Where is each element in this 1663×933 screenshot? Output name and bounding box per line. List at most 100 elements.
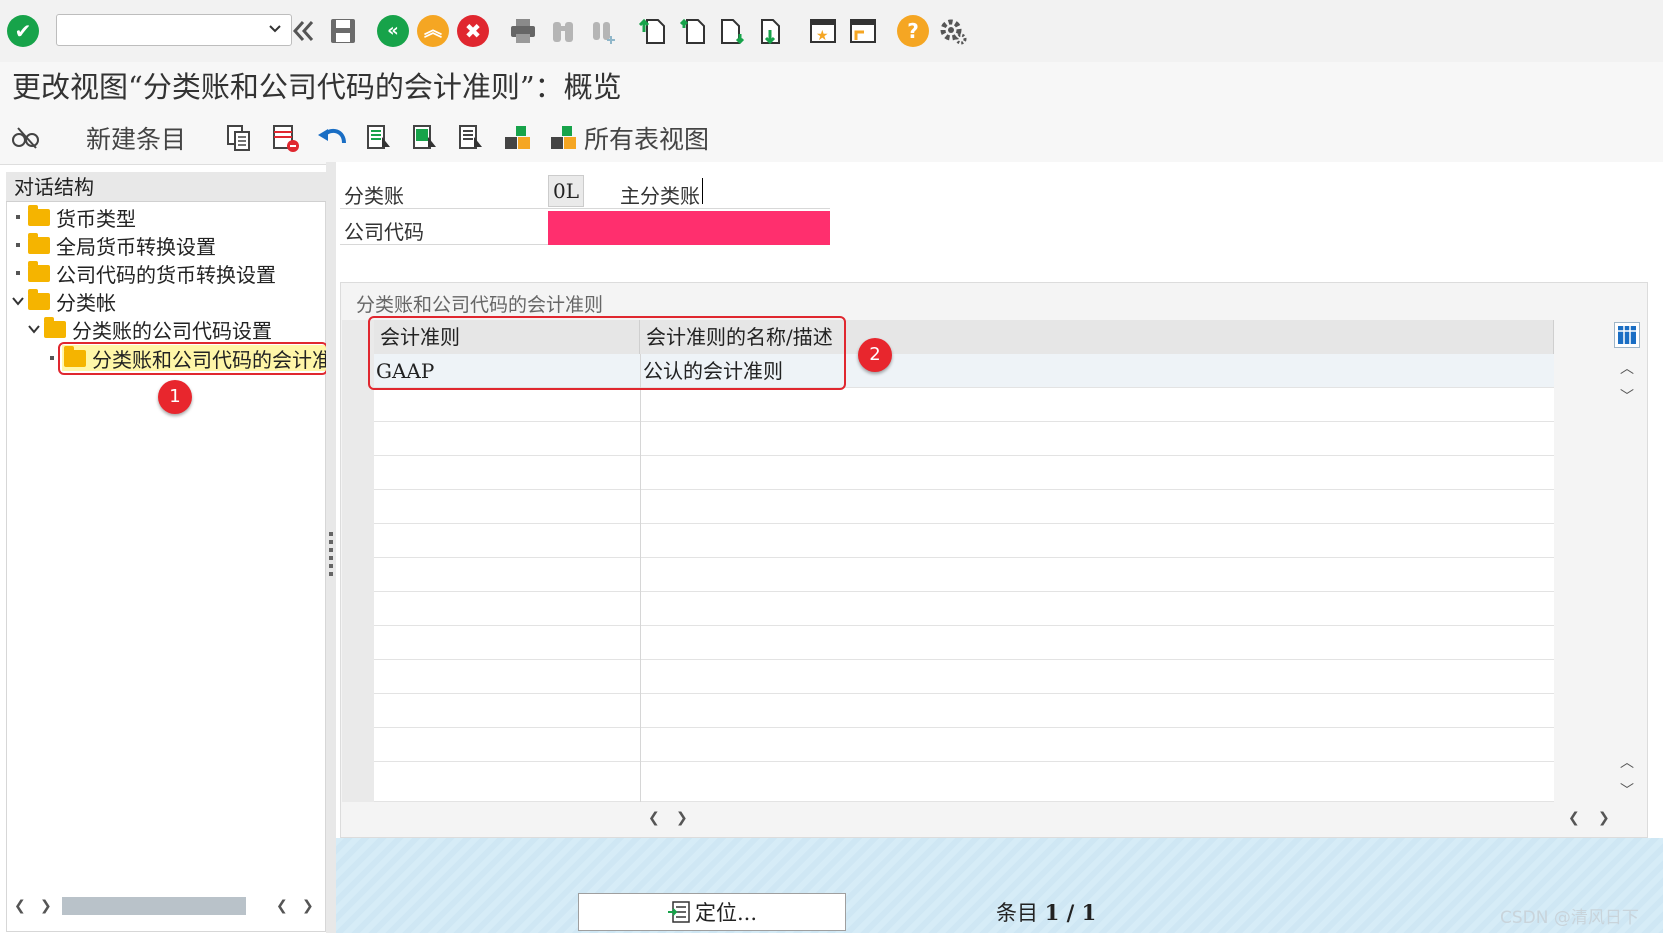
new-entries-button[interactable]: 新建条目 — [86, 121, 186, 155]
table-row[interactable] — [374, 388, 1554, 422]
tree-node-currency-types[interactable]: 货币类型 — [16, 204, 136, 231]
bullet-icon — [16, 271, 20, 275]
divider — [340, 208, 830, 209]
next-page-icon[interactable] — [716, 14, 750, 48]
entries-counter: 条目 1 / 1 — [996, 897, 1096, 927]
text-cursor — [702, 178, 703, 204]
table-row[interactable] — [374, 728, 1554, 762]
position-button-label: 定位... — [694, 901, 758, 925]
tree-node-company-code-conversion[interactable]: 公司代码的货币转换设置 — [16, 260, 276, 287]
command-dropdown-icon[interactable] — [267, 21, 283, 37]
table-title: 分类账和公司代码的会计准则 — [356, 294, 604, 316]
bullet-icon — [16, 243, 20, 247]
tree-node-ledger-company-settings[interactable]: 分类账的公司代码设置 — [28, 316, 272, 343]
create-session-icon[interactable]: ★ — [806, 14, 840, 48]
tree-node-label: 分类账的公司代码设置 — [72, 318, 272, 343]
cancel-icon[interactable]: ✖ — [456, 14, 490, 48]
delete-icon[interactable] — [270, 121, 300, 155]
annotation-badge-2: 2 — [858, 338, 892, 372]
copy-as-icon[interactable] — [224, 121, 254, 155]
horizontal-scrollbar-thumb[interactable] — [62, 897, 246, 915]
annotation-badge-1: 1 — [158, 380, 192, 414]
scroll-right-icon[interactable]: ❯ — [40, 898, 52, 914]
table-row[interactable] — [374, 456, 1554, 490]
system-toolbar: ✔ « ︽ ✖ ★ ? — [0, 0, 1663, 63]
save-icon[interactable] — [326, 14, 360, 48]
all-views-icon[interactable] — [548, 121, 580, 155]
ledger-description: 主分类账 — [620, 184, 700, 208]
table-row[interactable] — [374, 524, 1554, 558]
table-row[interactable] — [374, 694, 1554, 728]
position-button[interactable]: 定位... — [578, 893, 846, 931]
entries-value: 1 / 1 — [1044, 900, 1097, 925]
settings-gear-icon[interactable] — [936, 14, 970, 48]
table-row[interactable] — [374, 626, 1554, 660]
table-row[interactable] — [374, 762, 1554, 802]
scroll-left-icon[interactable]: ❮ — [648, 810, 660, 826]
scroll-up-icon[interactable]: ︿ — [1620, 358, 1634, 378]
tree-node-label: 货币类型 — [56, 206, 136, 231]
tree-node-label: 公司代码的货币转换设置 — [56, 262, 276, 287]
table-row[interactable] — [374, 592, 1554, 626]
scroll-left-icon[interactable]: ❮ — [14, 898, 26, 914]
tree-node-global-conversion[interactable]: 全局货币转换设置 — [16, 232, 216, 259]
scroll-left-icon[interactable]: ❮ — [1568, 810, 1580, 826]
folder-icon — [28, 288, 50, 310]
chevron-down-icon[interactable] — [28, 323, 40, 335]
last-page-icon[interactable] — [756, 14, 790, 48]
row-selector-column[interactable] — [342, 320, 375, 802]
bullet-icon — [50, 356, 54, 360]
tree-node-label: 分类帐 — [56, 290, 116, 315]
tree-node-label: 全局货币转换设置 — [56, 234, 216, 259]
column-divider — [640, 354, 641, 802]
table-row[interactable] — [374, 660, 1554, 694]
command-field[interactable] — [56, 14, 292, 46]
scroll-left-icon[interactable]: ❮ — [276, 898, 288, 914]
command-input[interactable] — [61, 16, 265, 46]
exit-icon[interactable]: ︽ — [416, 14, 450, 48]
all-views-button[interactable]: 所有表视图 — [584, 121, 709, 155]
folder-icon — [28, 232, 50, 254]
table-settings-icon[interactable] — [1614, 322, 1640, 348]
table-row[interactable] — [374, 558, 1554, 592]
deselect-all-icon[interactable] — [456, 121, 486, 155]
position-icon — [667, 901, 690, 923]
collapse-double-left-icon[interactable] — [286, 14, 320, 48]
back-icon[interactable]: « — [376, 14, 410, 48]
scroll-right-icon[interactable]: ❯ — [1598, 810, 1610, 826]
scroll-right-icon[interactable]: ❯ — [302, 898, 314, 914]
tree-node-ledgers[interactable]: 分类帐 — [12, 288, 116, 315]
help-icon[interactable]: ? — [896, 14, 930, 48]
first-page-icon[interactable] — [636, 14, 670, 48]
page-title: 更改视图“分类账和公司代码的会计准则”：概览 — [12, 70, 622, 104]
panel-splitter[interactable] — [326, 162, 336, 933]
scroll-up-icon[interactable]: ︿ — [1620, 752, 1634, 772]
scroll-down-icon[interactable]: ﹀ — [1620, 780, 1634, 800]
display-change-icon[interactable] — [10, 121, 42, 155]
print-icon[interactable] — [506, 14, 540, 48]
annotation-box-2 — [368, 316, 846, 390]
previous-page-icon[interactable] — [676, 14, 710, 48]
chevron-down-icon[interactable] — [12, 295, 24, 307]
table-row[interactable] — [374, 422, 1554, 456]
folder-icon — [44, 316, 66, 338]
company-code-label: 公司代码 — [344, 220, 424, 244]
enter-check-icon[interactable]: ✔ — [6, 14, 40, 48]
svg-text:★: ★ — [816, 28, 829, 44]
application-toolbar: 新建条目 所有表视图 — [0, 112, 1663, 165]
find-next-icon[interactable] — [586, 14, 620, 48]
transport-icon[interactable] — [502, 121, 534, 155]
scroll-right-icon[interactable]: ❯ — [676, 810, 688, 826]
annotation-box-1 — [58, 342, 328, 375]
table-row[interactable] — [374, 490, 1554, 524]
find-icon[interactable] — [546, 14, 580, 48]
select-block-icon[interactable] — [410, 121, 440, 155]
ledger-field[interactable]: 0L — [548, 175, 584, 207]
folder-icon — [28, 260, 50, 282]
select-all-icon[interactable] — [364, 121, 394, 155]
scroll-down-icon[interactable]: ﹀ — [1620, 386, 1634, 406]
watermark: CSDN @清风日下 — [1500, 908, 1639, 928]
shortcut-icon[interactable] — [846, 14, 880, 48]
company-code-field-redacted[interactable] — [548, 211, 830, 245]
undo-icon[interactable] — [316, 121, 348, 155]
